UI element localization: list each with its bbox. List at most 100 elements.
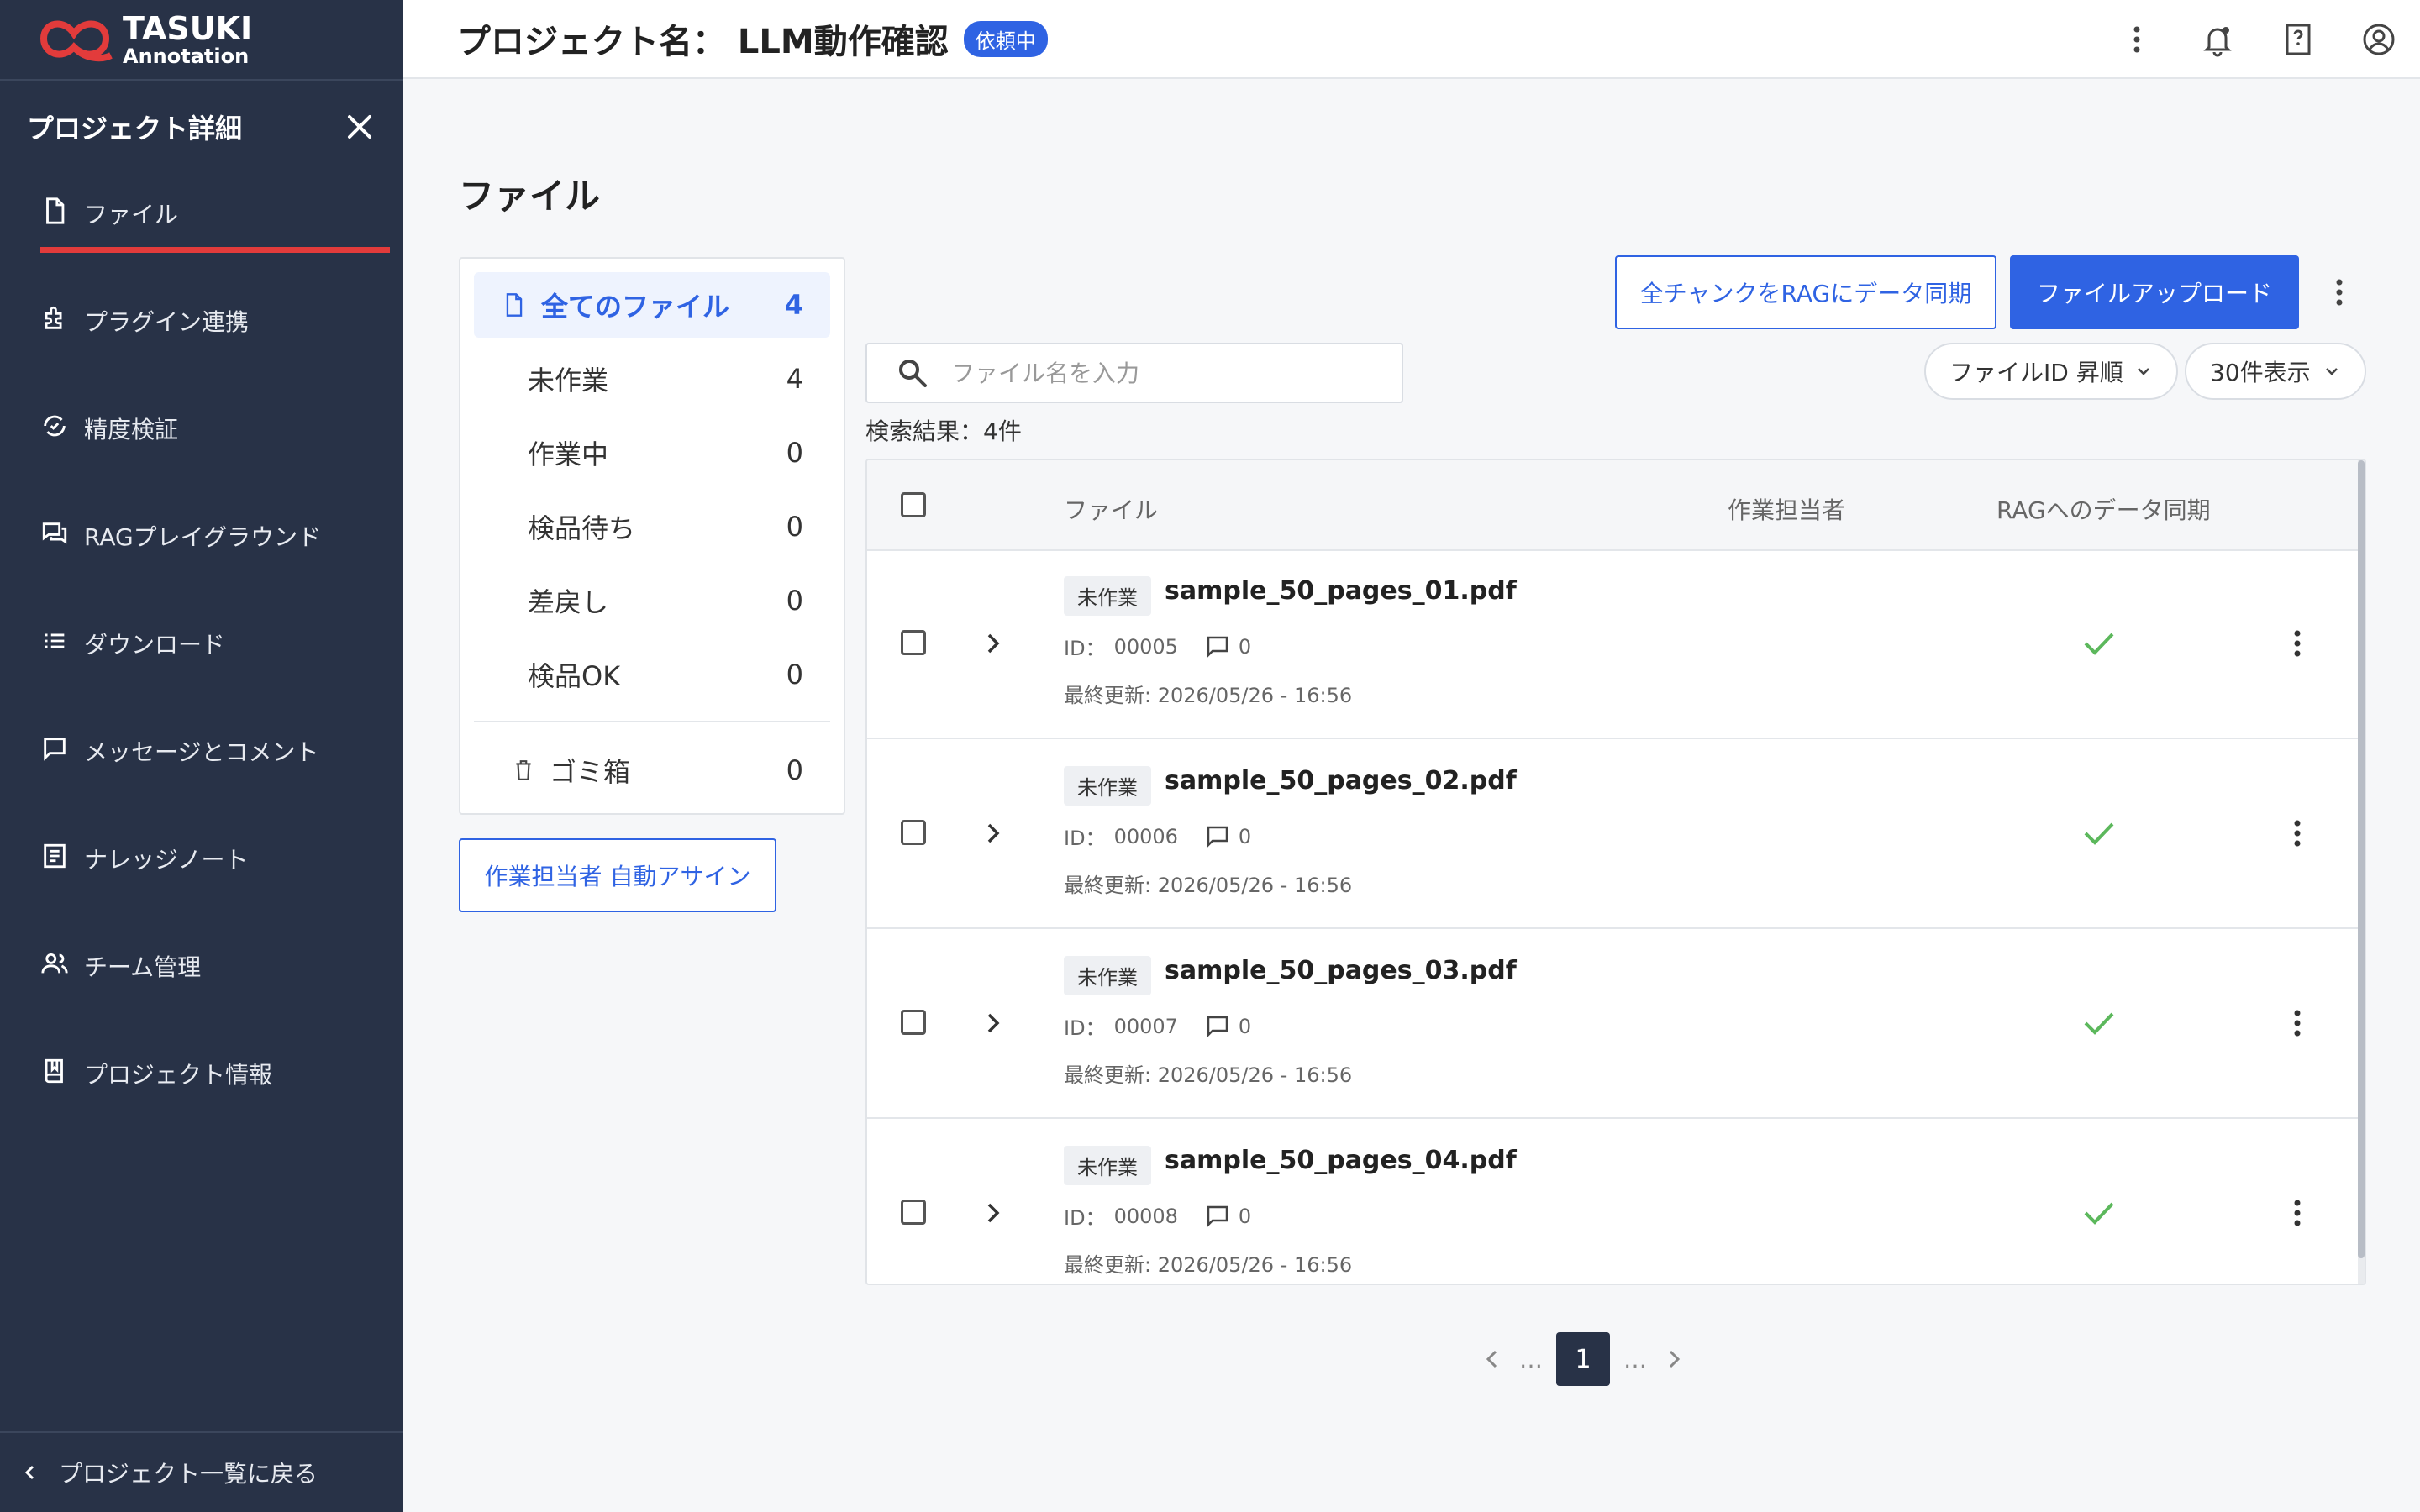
more-vert-icon[interactable] [2281,1196,2314,1230]
status-badge: 依頼中 [963,20,1048,57]
comment-icon [1207,1205,1228,1227]
file-meta: ID： 00008 0 [1064,1201,1251,1231]
check-icon [2084,822,2114,845]
sidebar-item-label: ナレッジノート [84,846,249,874]
sidebar-item-label: 精度検証 [84,416,179,444]
sidebar-item-download[interactable]: ダウンロード [40,605,390,712]
chevron-right-icon[interactable] [978,1008,1008,1038]
table-row[interactable]: 未作業 sample_50_pages_01.pdf ID： 00005 0 最… [867,549,2360,739]
per-page-select[interactable]: 30件表示 [2185,343,2366,400]
sync-all-rag-button[interactable]: 全チャンクをRAGにデータ同期 [1615,255,1996,329]
pagination-ellipsis: … [1519,1345,1543,1373]
filter-in-progress[interactable]: 作業中 0 [474,420,830,486]
chevron-right-icon[interactable] [1660,1346,1687,1373]
file-upload-button[interactable]: ファイルアップロード [2010,255,2299,329]
more-vert-icon[interactable] [2323,276,2356,309]
filter-all-files[interactable]: 全てのファイル 4 [474,272,830,338]
search-box [865,343,1403,403]
chevron-left-icon[interactable] [1479,1346,1506,1373]
file-id: 00008 [1113,1204,1178,1228]
scrollbar-thumb[interactable] [2358,460,2365,1258]
search-result-count: 検索結果：4件 [865,417,1022,445]
chat-icon [42,522,67,544]
pagination: … 1 … [1479,1332,1687,1386]
table-row[interactable]: 未作業 sample_50_pages_02.pdf ID： 00006 0 最… [867,739,2360,929]
chevron-right-icon[interactable] [978,1198,1008,1228]
plugin-icon [45,306,62,329]
chevron-down-icon [2326,368,2338,375]
chevron-right-icon[interactable] [978,818,1008,848]
sort-selected: ファイルID 昇順 [1949,359,2123,386]
page-button-current[interactable]: 1 [1556,1332,1610,1386]
row-checkbox[interactable] [901,1200,926,1225]
sidebar-item-files[interactable]: ファイル [40,175,390,282]
file-id-label: ID： [1064,1206,1106,1230]
divider [474,721,830,722]
back-label: プロジェクト一覧に戻る [59,1460,318,1488]
filter-awaiting-inspection[interactable]: 検品待ち 0 [474,494,830,559]
sidebar-nav: ファイル プラグイン連携 精度検証 RAGプレイグラウンド ダウンロード メッセ… [40,175,390,1142]
filter-not-started[interactable]: 未作業 4 [474,346,830,412]
file-id-label: ID： [1064,1016,1106,1040]
file-name[interactable]: sample_50_pages_01.pdf [1165,576,1517,606]
file-name[interactable]: sample_50_pages_04.pdf [1165,1146,1517,1175]
chevron-down-icon [2138,368,2149,375]
sidebar-item-project-info[interactable]: プロジェクト情報 [40,1035,390,1142]
select-all-checkbox[interactable] [901,492,926,517]
search-input[interactable] [950,358,1373,388]
table-scrollbar[interactable] [2358,460,2365,1284]
more-vert-icon[interactable] [2281,627,2314,660]
team-icon [41,953,68,974]
sidebar-item-team[interactable]: チーム管理 [40,927,390,1035]
logo[interactable]: TASUKI Annotation [0,0,403,81]
file-meta: ID： 00005 0 [1064,632,1251,661]
notification-bell-icon[interactable] [2198,20,2237,59]
filter-label: 未作業 [528,365,609,396]
filter-trash[interactable]: ゴミ箱 0 [474,738,830,803]
column-header-rag-sync: RAGへのデータ同期 [1996,496,2211,524]
sidebar-item-verify[interactable]: 精度検証 [40,390,390,497]
chevron-right-icon[interactable] [978,628,1008,659]
sort-select[interactable]: ファイルID 昇順 [1924,343,2178,400]
logo-title: TASUKI [123,10,253,47]
more-vert-icon[interactable] [2281,1006,2314,1040]
close-icon[interactable] [343,110,376,144]
file-status-badge: 未作業 [1064,766,1151,806]
row-checkbox[interactable] [901,1010,926,1035]
filter-count: 0 [786,437,803,469]
note-icon [44,843,66,869]
project-name: プロジェクト名： LLM動作確認 [457,23,949,61]
auto-assign-button[interactable]: 作業担当者 自動アサイン [459,838,776,912]
file-id-label: ID： [1064,637,1106,660]
more-vert-icon[interactable] [2118,20,2156,59]
sidebar-item-label: チーム管理 [84,953,202,981]
sidebar-item-messages[interactable]: メッセージとコメント [40,712,390,820]
list-icon [45,633,65,648]
last-updated: 最終更新: 2026/05/26 - 16:56 [1064,874,1353,897]
file-name[interactable]: sample_50_pages_03.pdf [1165,956,1517,985]
account-icon[interactable] [2360,20,2398,59]
comment-icon [1207,1016,1228,1037]
back-to-projects-link[interactable]: プロジェクト一覧に戻る [0,1431,403,1512]
filter-returned[interactable]: 差戻し 0 [474,568,830,633]
sidebar-item-plugins[interactable]: プラグイン連携 [40,282,390,390]
comment-count: 0 [1238,1014,1252,1038]
table-row[interactable]: 未作業 sample_50_pages_04.pdf ID： 00008 0 最… [867,1119,2360,1284]
chevron-left-icon [24,1465,34,1480]
sidebar-item-rag-playground[interactable]: RAGプレイグラウンド [40,497,390,605]
file-meta: ID： 00006 0 [1064,822,1251,851]
row-checkbox[interactable] [901,630,926,655]
top-bar: プロジェクト名： LLM動作確認 依頼中 [403,0,2420,79]
file-table: ファイル 作業担当者 RAGへのデータ同期 未作業 sample_50_page… [865,459,2366,1285]
file-status-badge: 未作業 [1064,956,1151,995]
table-row[interactable]: 未作業 sample_50_pages_03.pdf ID： 00007 0 最… [867,929,2360,1119]
file-name[interactable]: sample_50_pages_02.pdf [1165,766,1517,795]
sidebar-item-knowledge-note[interactable]: ナレッジノート [40,820,390,927]
comment-count: 0 [1238,824,1252,848]
filter-label: ゴミ箱 [550,756,631,788]
filter-inspection-ok[interactable]: 検品OK 0 [474,642,830,707]
more-vert-icon[interactable] [2281,816,2314,850]
last-updated: 最終更新: 2026/05/26 - 16:56 [1064,684,1353,707]
help-book-icon[interactable] [2279,20,2317,59]
row-checkbox[interactable] [901,820,926,845]
